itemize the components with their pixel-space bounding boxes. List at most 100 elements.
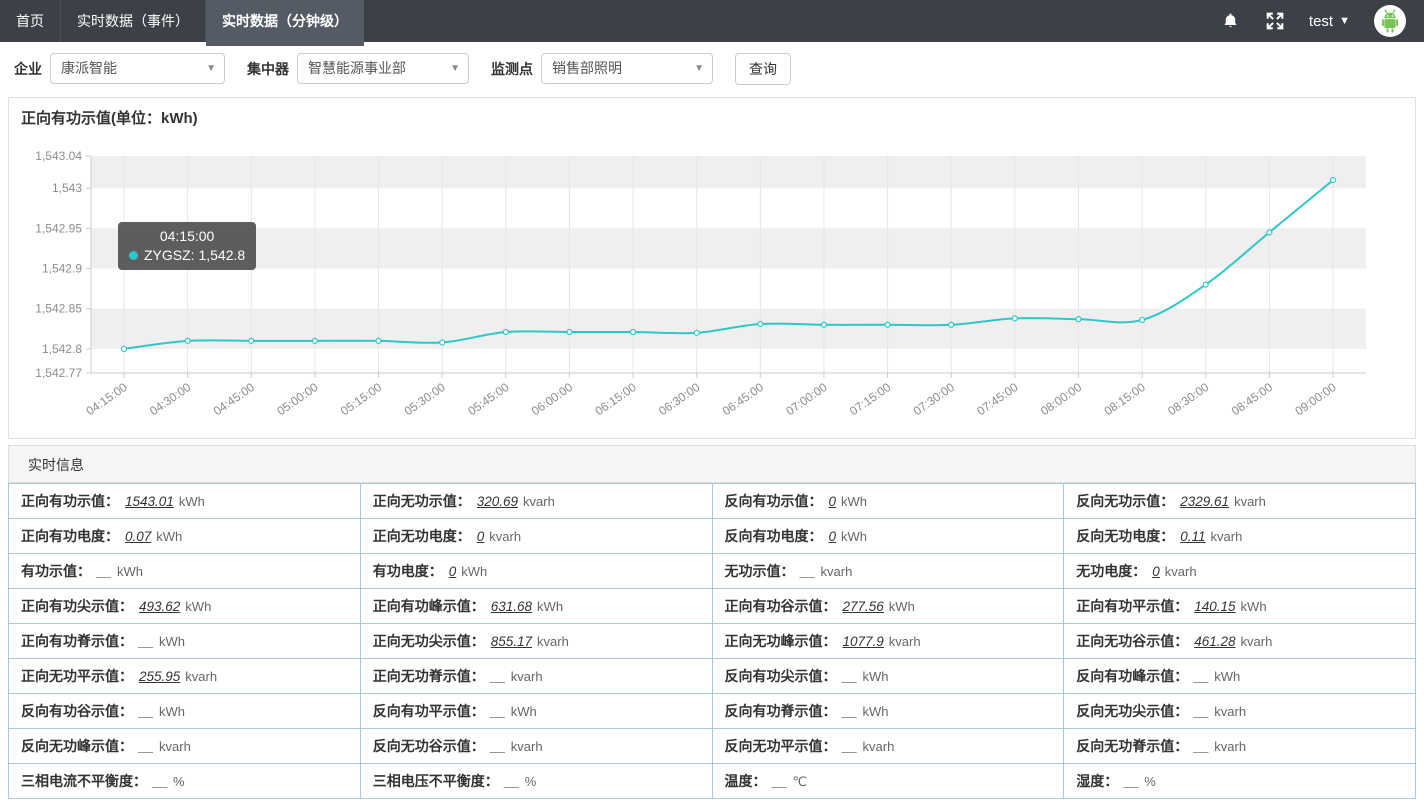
info-unit: kvarh bbox=[1165, 564, 1197, 579]
info-value: __ bbox=[139, 634, 154, 649]
svg-text:07:30:00: 07:30:00 bbox=[911, 380, 958, 418]
user-menu[interactable]: test ▼ bbox=[1309, 13, 1350, 30]
info-label: 正向无功脊示值： bbox=[373, 668, 485, 684]
enterprise-select[interactable]: 康派智能 ▼ bbox=[50, 53, 225, 84]
info-label: 反向有功平示值： bbox=[373, 703, 485, 719]
info-value: 2329.61 bbox=[1180, 494, 1229, 509]
info-label: 反向无功平示值： bbox=[725, 738, 837, 754]
query-button[interactable]: 查询 bbox=[735, 53, 791, 85]
info-cell: 正向有功电度：0.07kWh bbox=[9, 519, 361, 554]
avatar[interactable] bbox=[1374, 5, 1406, 37]
tab-realtime-event[interactable]: 实时数据（事件） bbox=[61, 0, 206, 42]
info-label: 正向有功示值： bbox=[21, 493, 119, 509]
info-unit: kWh bbox=[1241, 599, 1267, 614]
info-label: 正向无功示值： bbox=[373, 493, 471, 509]
svg-text:04:30:00: 04:30:00 bbox=[147, 380, 194, 418]
info-cell: 正向无功谷示值：461.28kvarh bbox=[1064, 624, 1416, 659]
info-cell: 反向无功尖示值：__kvarh bbox=[1064, 694, 1416, 729]
info-value: __ bbox=[139, 739, 154, 754]
monitor-point-select[interactable]: 销售部照明 ▼ bbox=[541, 53, 713, 84]
android-robot-icon bbox=[1375, 6, 1405, 36]
info-value: __ bbox=[1124, 774, 1139, 789]
info-cell: 反向无功电度：0.11kvarh bbox=[1064, 519, 1416, 554]
info-unit: kvarh bbox=[863, 739, 895, 754]
info-value: 0 bbox=[829, 529, 837, 544]
info-label: 三相电压不平衡度： bbox=[373, 773, 499, 789]
info-cell: 正向有功平示值：140.15kWh bbox=[1064, 589, 1416, 624]
info-label: 有功电度： bbox=[373, 563, 443, 579]
svg-text:05:15:00: 05:15:00 bbox=[338, 380, 385, 418]
info-cell: 有功示值： __ kWh bbox=[9, 554, 361, 589]
info-label: 正向有功峰示值： bbox=[373, 598, 485, 614]
info-cell: 反向有功尖示值：__kWh bbox=[712, 659, 1064, 694]
info-unit: kWh bbox=[863, 704, 889, 719]
tab-realtime-minute[interactable]: 实时数据（分钟级） bbox=[206, 0, 364, 46]
navbar-right: test ▼ bbox=[1221, 0, 1424, 42]
chart-panel: 正向有功示值(单位：kWh) 1,542.771,542.81,542.851,… bbox=[8, 97, 1416, 439]
info-value: 0.07 bbox=[125, 529, 151, 544]
info-cell: 三相电流不平衡度：__% bbox=[9, 764, 361, 799]
table-row: 正向有功脊示值：__kWh正向无功尖示值：855.17kvarh正向无功峰示值：… bbox=[9, 624, 1416, 659]
svg-text:1,543.04: 1,543.04 bbox=[35, 149, 82, 163]
info-label: 有功示值： bbox=[21, 563, 91, 579]
info-cell: 正向无功脊示值：__kvarh bbox=[360, 659, 712, 694]
info-unit: kWh bbox=[889, 599, 915, 614]
info-value: __ bbox=[97, 564, 112, 579]
concentrator-select[interactable]: 智慧能源事业部 ▼ bbox=[297, 53, 469, 84]
info-cell: 正向无功峰示值：1077.9kvarh bbox=[712, 624, 1064, 659]
caret-down-icon: ▼ bbox=[1339, 15, 1350, 27]
svg-text:1,542.9: 1,542.9 bbox=[42, 262, 82, 276]
tab-home[interactable]: 首页 bbox=[0, 0, 61, 42]
info-cell: 正向有功峰示值：631.68kWh bbox=[360, 589, 712, 624]
info-value: 493.62 bbox=[139, 599, 180, 614]
table-row: 正向有功电度：0.07kWh正向无功电度：0kvarh反向有功电度：0kWh反向… bbox=[9, 519, 1416, 554]
svg-text:1,542.85: 1,542.85 bbox=[35, 302, 82, 316]
info-cell: 正向有功脊示值：__kWh bbox=[9, 624, 361, 659]
info-label: 正向无功谷示值： bbox=[1076, 633, 1188, 649]
info-unit: kWh bbox=[185, 599, 211, 614]
info-value: __ bbox=[153, 774, 168, 789]
info-unit: kvarh bbox=[489, 529, 521, 544]
info-cell: 正向无功示值：320.69kvarh bbox=[360, 484, 712, 519]
filter-concentrator: 集中器 智慧能源事业部 ▼ bbox=[247, 53, 469, 84]
enterprise-label: 企业 bbox=[14, 59, 42, 79]
svg-text:06:30:00: 06:30:00 bbox=[656, 380, 703, 418]
info-label: 正向无功电度： bbox=[373, 528, 471, 544]
info-label: 反向有功示值： bbox=[725, 493, 823, 509]
info-label: 反向有功脊示值： bbox=[725, 703, 837, 719]
filter-enterprise: 企业 康派智能 ▼ bbox=[14, 53, 225, 84]
info-cell: 反向无功峰示值：__kvarh bbox=[9, 729, 361, 764]
info-unit: kvarh bbox=[159, 739, 191, 754]
info-label: 反向无功谷示值： bbox=[373, 738, 485, 754]
svg-text:1,543: 1,543 bbox=[52, 181, 82, 195]
info-cell: 正向有功谷示值：277.56kWh bbox=[712, 589, 1064, 624]
info-value: __ bbox=[491, 739, 506, 754]
info-unit: kvarh bbox=[1241, 634, 1273, 649]
info-unit: kWh bbox=[179, 494, 205, 509]
svg-text:08:30:00: 08:30:00 bbox=[1165, 380, 1212, 418]
info-label: 无功电度： bbox=[1076, 563, 1146, 579]
realtime-info-table: 正向有功示值： 1543.01 kWh 正向无功示值：320.69kvarh 反向有功示… bbox=[8, 483, 1416, 799]
info-value: 1543.01 bbox=[125, 494, 174, 509]
svg-text:09:00:00: 09:00:00 bbox=[1292, 380, 1339, 418]
info-value: 855.17 bbox=[491, 634, 532, 649]
info-unit: kWh bbox=[159, 634, 185, 649]
info-label: 正向有功谷示值： bbox=[725, 598, 837, 614]
info-unit: kWh bbox=[117, 564, 143, 579]
fullscreen-expand-icon[interactable] bbox=[1265, 11, 1285, 31]
svg-text:08:15:00: 08:15:00 bbox=[1102, 380, 1149, 418]
info-cell: 温度：__℃ bbox=[712, 764, 1064, 799]
svg-text:1,542.77: 1,542.77 bbox=[35, 366, 82, 380]
info-label: 反向有功电度： bbox=[725, 528, 823, 544]
info-label: 湿度： bbox=[1076, 773, 1118, 789]
table-row: 正向有功示值： 1543.01 kWh 正向无功示值：320.69kvarh 反向有功示… bbox=[9, 484, 1416, 519]
info-unit: kvarh bbox=[511, 739, 543, 754]
info-label: 正向无功平示值： bbox=[21, 668, 133, 684]
chart-canvas[interactable]: 1,542.771,542.81,542.851,542.91,542.951,… bbox=[9, 128, 1415, 438]
table-row: 正向有功尖示值：493.62kWh正向有功峰示值：631.68kWh正向有功谷示… bbox=[9, 589, 1416, 624]
notifications-bell-icon[interactable] bbox=[1221, 11, 1241, 31]
svg-text:05:30:00: 05:30:00 bbox=[402, 380, 449, 418]
info-cell: 反向无功平示值：__kvarh bbox=[712, 729, 1064, 764]
info-unit: kWh bbox=[841, 529, 867, 544]
realtime-info-panel: 实时信息 正向有功示值：1543.01kWh正向无功示值：320.69kvarh… bbox=[8, 445, 1416, 799]
